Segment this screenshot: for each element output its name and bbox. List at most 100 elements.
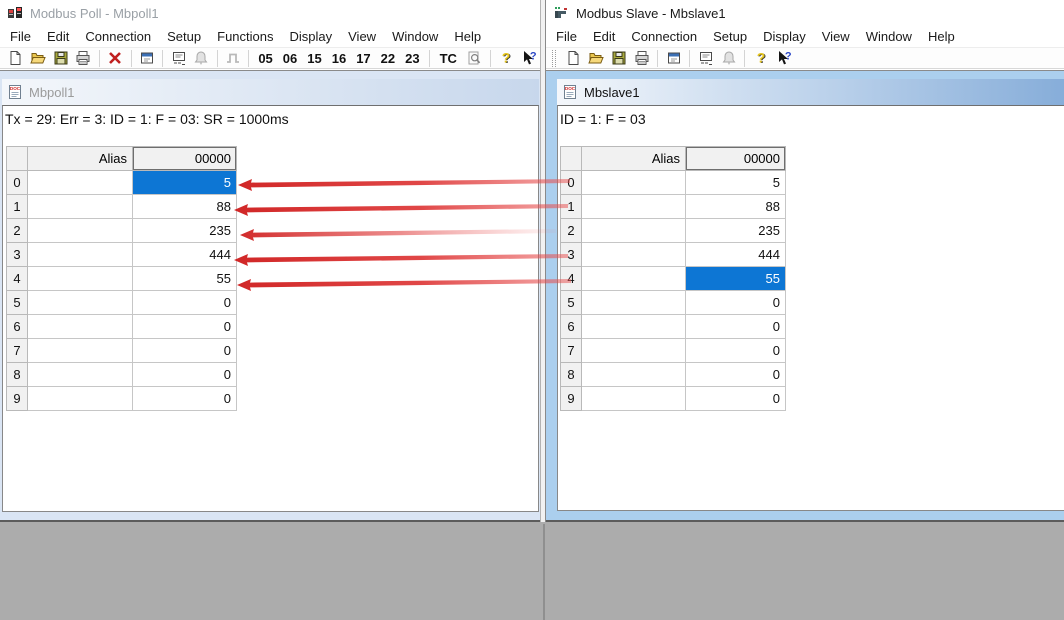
alias-cell[interactable]	[28, 195, 133, 219]
row-index-cell[interactable]: 7	[7, 339, 28, 363]
alias-column-header[interactable]: Alias	[582, 147, 686, 171]
value-cell[interactable]: 0	[686, 315, 786, 339]
print-button[interactable]	[630, 48, 653, 68]
disconnect-button[interactable]	[104, 48, 127, 68]
function-22-button[interactable]: 22	[376, 51, 400, 66]
value-cell[interactable]: 0	[133, 291, 237, 315]
read-write-definition-button[interactable]	[136, 48, 159, 68]
alarm-button[interactable]	[190, 48, 213, 68]
alias-cell[interactable]	[28, 243, 133, 267]
mbslave1-titlebar[interactable]: DOC Mbslave1	[557, 79, 1064, 105]
menu-file[interactable]: File	[548, 27, 585, 46]
value-cell[interactable]: 444	[686, 243, 786, 267]
open-button[interactable]	[584, 48, 607, 68]
save-button[interactable]	[607, 48, 630, 68]
function-06-button[interactable]: 06	[278, 51, 302, 66]
function-15-button[interactable]: 15	[302, 51, 326, 66]
row-index-cell[interactable]: 1	[561, 195, 582, 219]
value-cell[interactable]: 0	[133, 387, 237, 411]
value-cell[interactable]: 0	[133, 339, 237, 363]
alias-cell[interactable]	[582, 363, 686, 387]
row-index-cell[interactable]: 9	[561, 387, 582, 411]
row-index-cell[interactable]: 4	[7, 267, 28, 291]
communication-traffic-button[interactable]	[694, 48, 717, 68]
alias-cell[interactable]	[28, 363, 133, 387]
alias-cell[interactable]	[28, 315, 133, 339]
poll-window-titlebar[interactable]: Modbus Poll - Mbpoll1	[0, 0, 540, 26]
row-index-cell[interactable]: 7	[561, 339, 582, 363]
menu-view[interactable]: View	[340, 27, 384, 46]
value-cell[interactable]: 55	[686, 267, 786, 291]
menu-edit[interactable]: Edit	[39, 27, 77, 46]
menu-connection[interactable]: Connection	[623, 27, 705, 46]
new-button[interactable]	[561, 48, 584, 68]
print-button[interactable]	[72, 48, 95, 68]
context-help-button[interactable]: ?	[772, 48, 795, 68]
value-cell[interactable]: 5	[133, 171, 237, 195]
context-help-button[interactable]: ?	[517, 48, 540, 68]
menu-help[interactable]: Help	[920, 27, 963, 46]
corner-header[interactable]	[561, 147, 582, 171]
toolbar-gripper[interactable]	[552, 50, 556, 67]
pulse-button[interactable]	[222, 48, 245, 68]
row-index-cell[interactable]: 2	[7, 219, 28, 243]
row-index-cell[interactable]: 9	[7, 387, 28, 411]
mbpoll1-titlebar[interactable]: DOC Mbpoll1	[2, 79, 539, 105]
value-cell[interactable]: 235	[686, 219, 786, 243]
menu-display[interactable]: Display	[282, 27, 341, 46]
menu-functions[interactable]: Functions	[209, 27, 281, 46]
value-cell[interactable]: 0	[686, 339, 786, 363]
menu-setup[interactable]: Setup	[705, 27, 755, 46]
row-index-cell[interactable]: 8	[7, 363, 28, 387]
row-index-cell[interactable]: 4	[561, 267, 582, 291]
alias-cell[interactable]	[582, 243, 686, 267]
function-05-button[interactable]: 05	[253, 51, 277, 66]
alias-cell[interactable]	[28, 291, 133, 315]
row-index-cell[interactable]: 5	[561, 291, 582, 315]
value-cell[interactable]: 0	[133, 315, 237, 339]
test-center-button[interactable]: TC	[434, 51, 463, 66]
menu-window[interactable]: Window	[384, 27, 446, 46]
row-index-cell[interactable]: 0	[7, 171, 28, 195]
row-index-cell[interactable]: 6	[561, 315, 582, 339]
slave-definition-button[interactable]	[662, 48, 685, 68]
row-index-cell[interactable]: 3	[561, 243, 582, 267]
alias-cell[interactable]	[582, 339, 686, 363]
value-cell[interactable]: 0	[686, 363, 786, 387]
row-index-cell[interactable]: 0	[561, 171, 582, 195]
row-index-cell[interactable]: 3	[7, 243, 28, 267]
value-column-header[interactable]: 00000	[133, 147, 237, 171]
row-index-cell[interactable]: 6	[7, 315, 28, 339]
alias-cell[interactable]	[28, 171, 133, 195]
value-cell[interactable]: 0	[133, 363, 237, 387]
value-cell[interactable]: 0	[686, 291, 786, 315]
function-16-button[interactable]: 16	[327, 51, 351, 66]
row-index-cell[interactable]: 2	[561, 219, 582, 243]
menu-display[interactable]: Display	[755, 27, 814, 46]
alias-cell[interactable]	[582, 171, 686, 195]
alias-cell[interactable]	[582, 387, 686, 411]
corner-header[interactable]	[7, 147, 28, 171]
value-cell[interactable]: 5	[686, 171, 786, 195]
communication-traffic-button[interactable]	[167, 48, 190, 68]
open-button[interactable]	[27, 48, 50, 68]
value-cell[interactable]: 444	[133, 243, 237, 267]
alias-cell[interactable]	[582, 219, 686, 243]
menu-setup[interactable]: Setup	[159, 27, 209, 46]
menu-edit[interactable]: Edit	[585, 27, 623, 46]
slave-window-titlebar[interactable]: Modbus Slave - Mbslave1	[546, 0, 1064, 26]
value-cell[interactable]: 235	[133, 219, 237, 243]
menu-view[interactable]: View	[814, 27, 858, 46]
new-button[interactable]	[4, 48, 27, 68]
value-column-header[interactable]: 00000	[686, 147, 786, 171]
row-index-cell[interactable]: 5	[7, 291, 28, 315]
alias-cell[interactable]	[582, 291, 686, 315]
menu-connection[interactable]: Connection	[77, 27, 159, 46]
function-23-button[interactable]: 23	[400, 51, 424, 66]
zoom-document-button[interactable]	[463, 48, 486, 68]
alias-cell[interactable]	[582, 315, 686, 339]
alias-cell[interactable]	[582, 267, 686, 291]
help-button[interactable]: ??	[495, 48, 518, 68]
function-17-button[interactable]: 17	[351, 51, 375, 66]
alias-column-header[interactable]: Alias	[28, 147, 133, 171]
